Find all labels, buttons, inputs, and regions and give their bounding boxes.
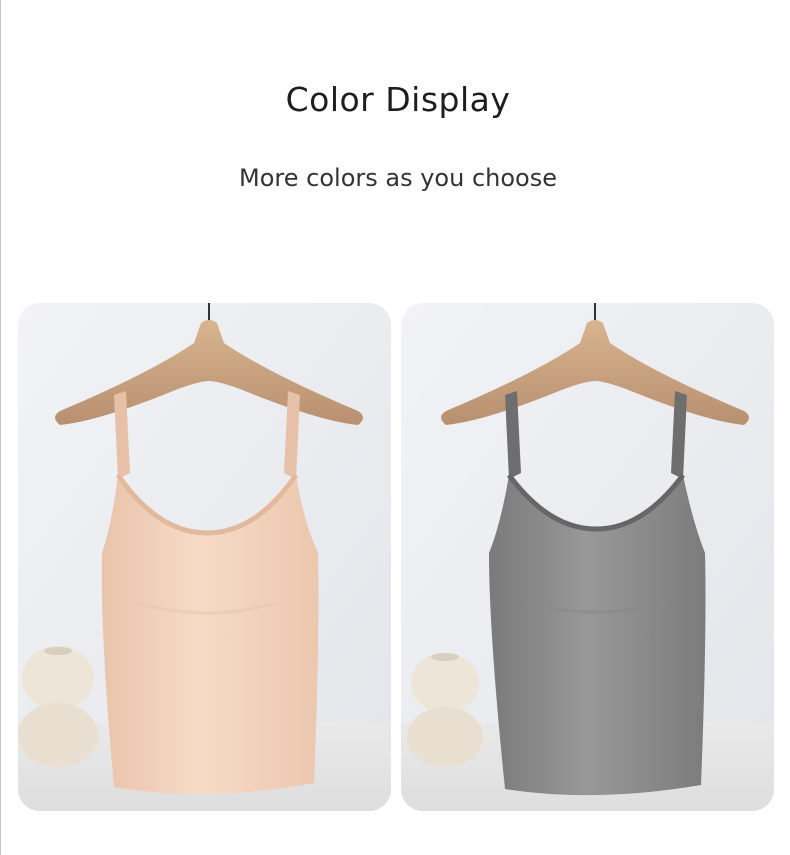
product-photo-apricot — [18, 303, 391, 811]
page-title: Color Display — [285, 80, 511, 119]
product-photo-gray — [401, 303, 774, 811]
left-edge-line — [0, 0, 1, 855]
page-subtitle: More colors as you choose — [239, 164, 557, 192]
product-photo-apricot-illustration — [18, 303, 391, 811]
product-photo-gray-illustration — [401, 303, 774, 811]
